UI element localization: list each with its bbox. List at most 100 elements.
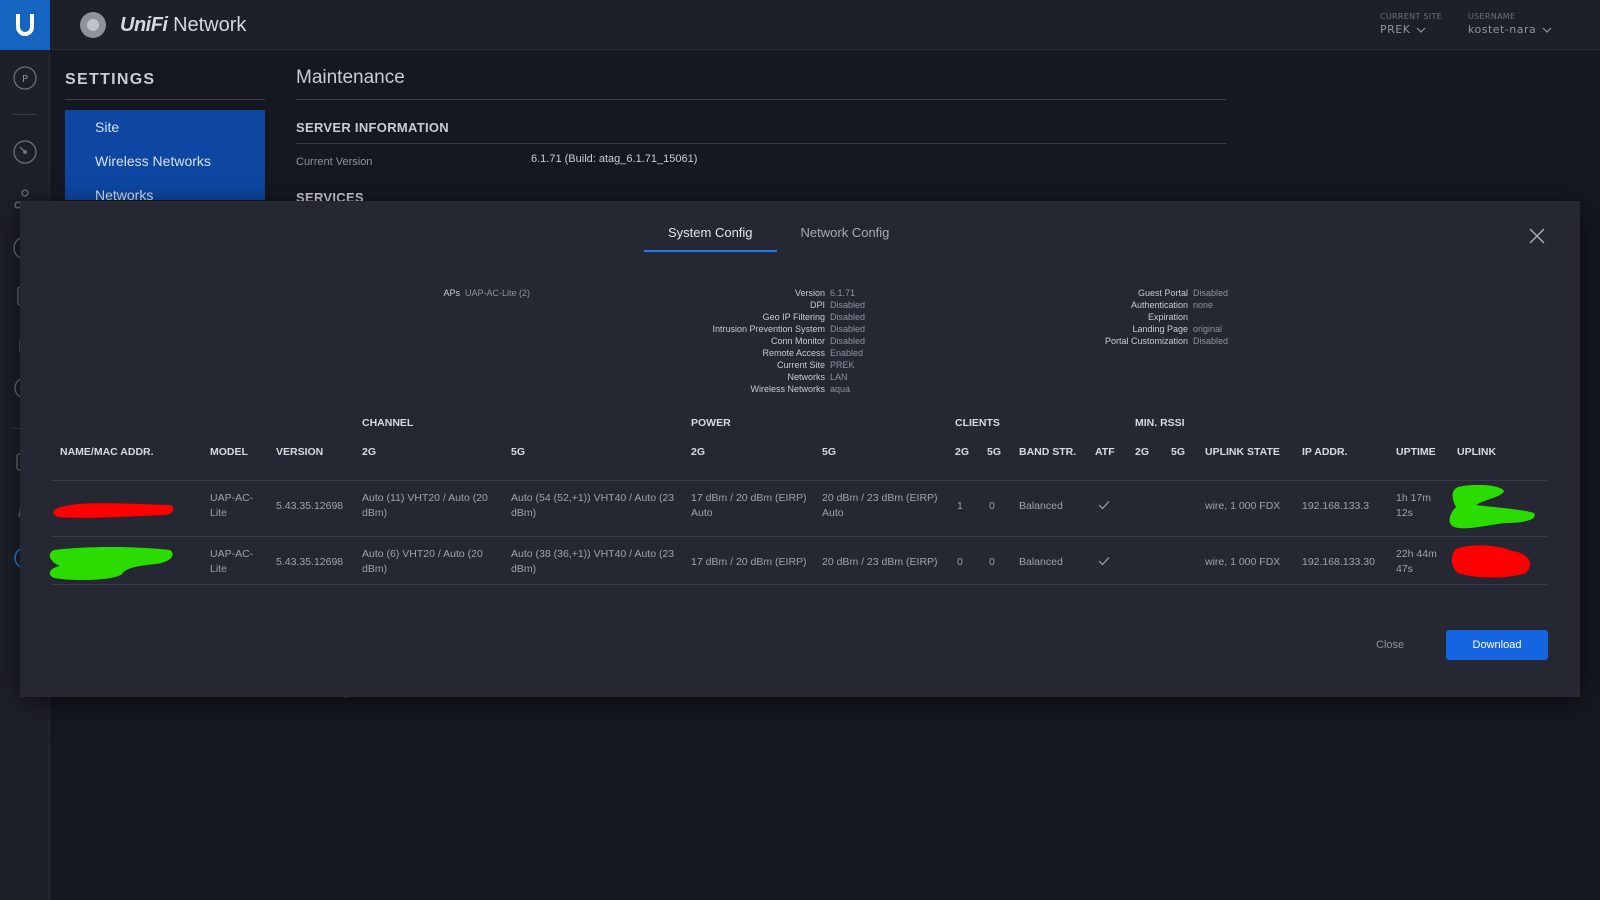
summary-row: Authentication none bbox=[1080, 299, 1228, 311]
summary-row: Portal Customization Disabled bbox=[1080, 335, 1228, 347]
summary-value: none bbox=[1193, 300, 1214, 310]
row-band-steering: Balanced bbox=[1019, 500, 1063, 512]
summary-row: DPI Disabled bbox=[680, 299, 865, 311]
rail-separator bbox=[13, 114, 37, 115]
row-divider bbox=[52, 536, 1547, 537]
name-redaction bbox=[49, 547, 173, 581]
summary-row: Version 6.1.71 bbox=[680, 287, 865, 299]
col-clients-2g: 2G bbox=[955, 446, 970, 458]
table-header-divider bbox=[52, 480, 1547, 481]
summary-key: Current Site bbox=[776, 360, 825, 370]
summary-row: Wireless Networks aqua bbox=[680, 383, 865, 395]
summary-row: Current Site PREK bbox=[680, 359, 865, 371]
row-uptime: 22h 44m 47s bbox=[1396, 548, 1437, 575]
summary-guest: Guest Portal Disabled Authentication none Ex… bbox=[1080, 287, 1228, 347]
summary-key: Authentication bbox=[1130, 300, 1188, 310]
summary-key: APs bbox=[443, 288, 460, 298]
dashboard-icon[interactable] bbox=[13, 140, 37, 164]
row-divider bbox=[52, 584, 1547, 585]
group-clients: CLIENTS bbox=[955, 417, 1000, 429]
summary-value: Disabled bbox=[830, 324, 866, 334]
row-uplink-state: wire, 1 000 FDX bbox=[1205, 556, 1281, 568]
username-value: kostet-nara bbox=[1468, 23, 1537, 36]
summary-key: Intrusion Prevention System bbox=[712, 324, 825, 334]
row-power-5g: 20 dBm / 23 dBm (EIRP) bbox=[822, 556, 938, 568]
summary-value: Disabled bbox=[830, 336, 866, 346]
row-clients-5g: 0 bbox=[989, 500, 995, 512]
row-uptime: 1h 17m 12s bbox=[1396, 492, 1432, 519]
summary-key: DPI bbox=[809, 300, 825, 310]
check-icon bbox=[1098, 501, 1110, 510]
summary-row: Networks LAN bbox=[680, 371, 865, 383]
row-clients-5g: 0 bbox=[989, 556, 995, 568]
summary-row: Landing Page original bbox=[1080, 323, 1228, 335]
download-button[interactable]: Download bbox=[1446, 630, 1548, 660]
tab-system-config[interactable]: System Config bbox=[644, 219, 777, 252]
settings-nav: Site Wireless Networks Networks bbox=[65, 110, 265, 203]
row-channel-2g: Auto (6) VHT20 / Auto (20 dBm) bbox=[362, 548, 483, 575]
summary-key: Remote Access bbox=[762, 348, 825, 358]
tab-network-config[interactable]: Network Config bbox=[777, 219, 914, 252]
summary-key: Portal Customization bbox=[1104, 336, 1188, 346]
summary-value bbox=[1188, 311, 1193, 323]
brand[interactable]: UniFi Network bbox=[80, 12, 246, 38]
uplink-redaction bbox=[1449, 484, 1535, 529]
col-channel-2g: 2G bbox=[362, 446, 377, 458]
ubiquiti-logo-icon[interactable] bbox=[0, 0, 50, 50]
summary-key: Wireless Networks bbox=[750, 384, 825, 394]
current-site-value: PREK bbox=[1380, 23, 1411, 36]
app-title: UniFi Network bbox=[120, 13, 247, 36]
row-version: 5.43.35.12698 bbox=[276, 500, 344, 512]
row-version: 5.43.35.12698 bbox=[276, 556, 344, 568]
col-clients-5g: 5G bbox=[987, 446, 1002, 458]
group-min-rssi: MIN. RSSI bbox=[1135, 417, 1185, 429]
profile-icon[interactable]: P bbox=[13, 66, 37, 90]
summary-row: Intrusion Prevention System Disabled bbox=[680, 323, 865, 335]
summary-key: Networks bbox=[787, 372, 825, 382]
summary-row: APs UAP-AC-Lite (2) bbox=[440, 287, 530, 299]
chevron-down-icon bbox=[1542, 27, 1552, 33]
row-uplink-state: wire, 1 000 FDX bbox=[1205, 500, 1281, 512]
row-power-5g: 20 dBm / 23 dBm (EIRP) Auto bbox=[822, 492, 938, 519]
col-model: MODEL bbox=[210, 446, 248, 458]
server-information-heading: SERVER INFORMATION bbox=[296, 120, 449, 135]
row-clients-2g: 0 bbox=[957, 556, 963, 568]
settings-nav-site[interactable]: Site bbox=[65, 110, 265, 144]
col-band-steering: BAND STR. bbox=[1019, 446, 1077, 458]
row-channel-5g: Auto (38 (36,+1)) VHT40 / Auto (23 dBm) bbox=[511, 548, 675, 575]
name-redaction bbox=[53, 503, 174, 518]
summary-value: LAN bbox=[830, 372, 848, 382]
col-rssi-5g: 5G bbox=[1171, 446, 1186, 458]
chevron-down-icon bbox=[1417, 27, 1426, 33]
summary-key: Version bbox=[794, 288, 825, 298]
col-power-2g: 2G bbox=[691, 446, 706, 458]
row-power-2g: 17 dBm / 20 dBm (EIRP) Auto bbox=[691, 492, 807, 519]
summary-row: Guest Portal Disabled bbox=[1080, 287, 1228, 299]
row-channel-5g: Auto (54 (52,+1)) VHT40 / Auto (23 dBm) bbox=[511, 492, 675, 519]
col-ip-address: IP ADDR. bbox=[1302, 446, 1348, 458]
settings-nav-wireless-networks[interactable]: Wireless Networks bbox=[65, 144, 265, 178]
summary-key: Landing Page bbox=[1132, 324, 1188, 334]
divider bbox=[296, 143, 1226, 144]
page-title: Maintenance bbox=[296, 67, 405, 88]
summary-value: Disabled bbox=[830, 300, 866, 310]
summary-row: Expiration bbox=[1080, 311, 1228, 323]
summary-row: Conn Monitor Disabled bbox=[680, 335, 865, 347]
uplink-redaction bbox=[1451, 545, 1530, 578]
summary-row: Remote Access Enabled bbox=[680, 347, 865, 359]
current-site-selector[interactable]: CURRENT SITE PREK bbox=[1380, 12, 1442, 36]
summary-value: Disabled bbox=[830, 312, 866, 322]
summary-value: aqua bbox=[830, 384, 851, 394]
col-channel-5g: 5G bbox=[511, 446, 526, 458]
summary-system: Version 6.1.71 DPI Disabled Geo IP Filtering… bbox=[680, 287, 865, 395]
current-version-label: Current Version bbox=[296, 156, 373, 168]
modal-tabs: System Config Network Config bbox=[644, 219, 913, 252]
check-icon bbox=[1098, 557, 1110, 566]
username-selector[interactable]: USERNAME kostet-nara bbox=[1468, 12, 1552, 36]
row-band-steering: Balanced bbox=[1019, 556, 1063, 568]
summary-key: Geo IP Filtering bbox=[762, 312, 825, 322]
close-icon[interactable] bbox=[1528, 227, 1546, 245]
close-button[interactable]: Close bbox=[1376, 639, 1404, 651]
row-clients-2g: 1 bbox=[957, 500, 963, 512]
summary-key: Expiration bbox=[1147, 312, 1188, 322]
